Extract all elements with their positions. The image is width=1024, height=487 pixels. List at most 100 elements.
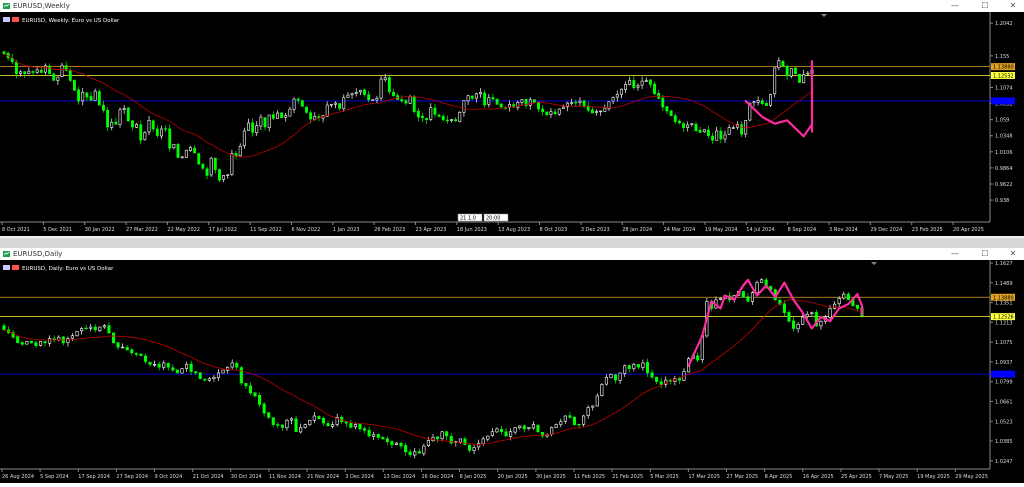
price-label: 1.12532: [993, 73, 1014, 79]
candle-body: [404, 100, 408, 104]
candle-body: [599, 110, 603, 113]
candle-body: [276, 112, 279, 119]
candle-body: [433, 107, 437, 115]
candle-body: [578, 100, 582, 103]
window-title: EURUSD,Daily: [13, 250, 63, 258]
candle-body: [56, 76, 60, 81]
daily-titlebar[interactable]: EURUSD,Daily — ☐ ✕: [0, 248, 1024, 260]
time-tick-label: 11 Feb 2025: [574, 474, 605, 480]
candle-body: [358, 90, 362, 93]
candle-body: [16, 336, 20, 344]
time-tick-label: 28 Jan 2024: [622, 227, 652, 233]
time-tick-label: 17 Jul 2022: [209, 227, 237, 233]
candle-body: [308, 419, 312, 426]
chart-subtitle: EURUSD, Weekly: Euro vs US Dollar: [22, 18, 120, 24]
minimize-button[interactable]: —: [946, 248, 964, 260]
candle-body: [226, 366, 230, 371]
candle-body: [756, 100, 760, 103]
candle-body: [19, 71, 23, 74]
candle-body: [226, 174, 230, 176]
candle-body: [470, 95, 474, 99]
candle-body: [527, 427, 531, 429]
candle-body: [632, 80, 636, 89]
candle-body: [292, 98, 296, 110]
chart-flag-icon: [3, 17, 10, 22]
candle-body: [454, 119, 458, 122]
restore-button[interactable]: ☐: [976, 248, 994, 260]
close-button[interactable]: ✕: [1004, 0, 1022, 12]
candle-body: [38, 341, 43, 346]
candle-body: [325, 104, 329, 117]
candle-body: [247, 122, 250, 131]
time-tick-label: 8 Oct 2023: [540, 227, 568, 233]
candle-body: [68, 69, 72, 81]
candle-body: [122, 108, 126, 110]
candle-body: [20, 342, 24, 345]
candle-body: [242, 130, 246, 147]
close-button[interactable]: ✕: [1004, 248, 1022, 260]
weekly-chart-window: EURUSD,Weekly — ☐ ✕ EURUSD, Weekly: Euro…: [0, 0, 1024, 238]
candle-body: [118, 109, 122, 125]
candle-body: [309, 112, 313, 120]
price-tick-label: 1.0661: [995, 399, 1013, 405]
price-tick-label: 1.1213: [995, 320, 1013, 326]
candle-body: [43, 341, 47, 344]
candle-body: [39, 69, 43, 73]
candle-body: [520, 99, 524, 103]
weekly-candlestick-chart[interactable]: EURUSD, Weekly: Euro vs US Dollar 1.2042 1…: [0, 12, 1024, 236]
daily-candlestick-chart[interactable]: EURUSD, Daily: Euro vs US Dollar 1.1627 1.…: [0, 260, 1024, 483]
candle-body: [102, 104, 105, 111]
price-tick-label: 1.0523: [995, 419, 1013, 425]
minimize-icon: —: [951, 1, 959, 10]
candle-body: [752, 101, 756, 104]
restore-icon: ☐: [981, 1, 989, 10]
price-tick-label: 0.9864: [995, 166, 1013, 172]
candle-body: [255, 125, 259, 134]
close-icon: ✕: [1009, 1, 1017, 10]
candle-body: [518, 425, 522, 429]
candle-body: [60, 64, 64, 77]
candle-body: [216, 372, 221, 379]
candle-body: [193, 147, 197, 154]
candle-body: [727, 127, 731, 135]
time-tick-label: 3 Dec 2023: [581, 227, 610, 233]
candle-body: [230, 362, 234, 368]
daily-chart-area[interactable]: EURUSD, Daily: Euro vs US Dollar 1.1627 1.…: [0, 260, 1024, 483]
minimize-button[interactable]: —: [946, 0, 964, 12]
candle-body: [346, 94, 350, 98]
candle-body: [387, 77, 391, 93]
candle-body: [417, 451, 421, 454]
window-separator: [0, 238, 1024, 248]
candle-body: [153, 364, 157, 366]
candle-body: [416, 110, 420, 118]
price-label: 1.13880: [993, 295, 1014, 301]
candle-body: [66, 338, 70, 343]
candle-body: [135, 124, 139, 128]
candle-body: [143, 131, 147, 140]
time-tick-label: 29 May 2025: [955, 474, 988, 480]
weekly-chart-area[interactable]: EURUSD, Weekly: Euro vs US Dollar 1.2042 1…: [0, 12, 1024, 236]
candle-body: [806, 72, 810, 75]
price-tick-label: 1.0247: [995, 459, 1013, 465]
time-tick-label: 27 Sep 2024: [116, 474, 148, 480]
candle-body: [568, 415, 572, 418]
candle-body: [582, 415, 586, 425]
candle-body: [653, 83, 656, 95]
candle-body: [781, 60, 785, 67]
restore-button[interactable]: ☐: [976, 0, 994, 12]
candle-body: [23, 71, 27, 75]
time-tick-label: 30 Oct 2024: [231, 474, 262, 480]
candle-body: [102, 325, 106, 328]
candle-body: [412, 96, 416, 112]
time-tick-label: 8 Apr 2025: [765, 474, 793, 480]
price-tick-label: 1.1627: [995, 261, 1013, 267]
candle-body: [164, 128, 168, 130]
weekly-titlebar[interactable]: EURUSD,Weekly — ☐ ✕: [0, 0, 1024, 12]
candle-body: [436, 436, 440, 440]
time-tick-label: 8 Sep 2024: [788, 227, 817, 233]
candle-body: [846, 293, 850, 301]
candle-body: [29, 340, 33, 344]
candle-body: [690, 123, 694, 125]
time-tick-label: 20 Jan 2025: [498, 474, 528, 480]
candle-body: [288, 108, 292, 117]
